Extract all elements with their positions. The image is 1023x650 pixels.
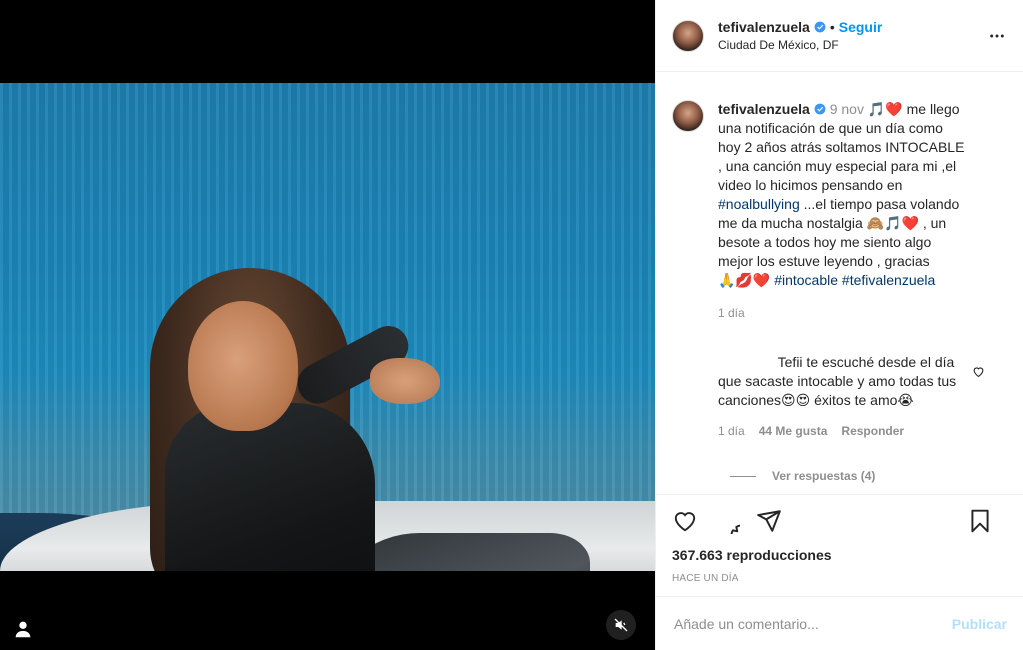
- view-replies-button[interactable]: Ver respuestas (4): [730, 469, 1007, 483]
- comment-icon: [730, 524, 753, 547]
- comment-item: Tefii te escuché desde el día que sacast…: [672, 353, 1007, 441]
- caption-emoji: 🙈🎵❤️: [866, 215, 919, 231]
- person-face: [188, 301, 298, 431]
- follow-button[interactable]: Seguir: [839, 19, 883, 35]
- person-jacket: [165, 403, 375, 571]
- comment-composer: Publicar: [656, 596, 1023, 650]
- verified-badge-icon: [814, 103, 826, 115]
- comment-text: éxitos te amo: [810, 392, 898, 408]
- share-button[interactable]: [756, 508, 782, 534]
- comment-avatar[interactable]: [672, 353, 704, 385]
- mute-icon: [614, 618, 628, 632]
- separator-dot: •: [829, 18, 835, 35]
- heart-icon: [674, 512, 696, 532]
- view-replies-label: Ver respuestas (4): [772, 469, 876, 483]
- actions-section: 367.663 reproducciones HACE UN DÍA: [656, 494, 1023, 584]
- hashtag-link[interactable]: #tefivalenzuela: [842, 272, 935, 288]
- comment-input[interactable]: [674, 615, 952, 632]
- publish-button[interactable]: Publicar: [952, 616, 1007, 632]
- save-button[interactable]: [967, 508, 993, 534]
- comment-button[interactable]: [714, 508, 753, 547]
- caption-body: tefivalenzuela 9 nov 🎵❤️ me llego una no…: [718, 100, 968, 323]
- views-count[interactable]: 367.663 reproducciones: [672, 547, 1007, 563]
- video-player[interactable]: [0, 0, 655, 650]
- comment-time: 1 día: [718, 424, 745, 438]
- caption-avatar[interactable]: [672, 100, 704, 132]
- caption-emoji: 🎵❤️: [867, 101, 903, 117]
- bookmark-icon: [971, 509, 989, 533]
- hashtag-link[interactable]: #intocable: [774, 272, 838, 288]
- comment-body: Tefii te escuché desde el día que sacast…: [718, 353, 958, 441]
- post-timestamp[interactable]: HACE UN DÍA: [672, 573, 1007, 584]
- caption: tefivalenzuela 9 nov 🎵❤️ me llego una no…: [672, 100, 1007, 323]
- comment-likes-link[interactable]: 44 Me gusta: [759, 424, 828, 438]
- caption-username[interactable]: tefivalenzuela: [718, 101, 810, 117]
- comment-like-button[interactable]: [972, 365, 985, 378]
- caption-emoji: 🙏💋❤️: [718, 272, 771, 288]
- person-hand: [370, 358, 440, 404]
- header-text: tefivalenzuela • Seguir Ciudad De México, …: [718, 18, 882, 54]
- comments-section[interactable]: tefivalenzuela 9 nov 🎵❤️ me llego una no…: [656, 72, 1023, 492]
- post-panel: tefivalenzuela • Seguir Ciudad De México, …: [655, 0, 1023, 650]
- user-tag-icon[interactable]: [12, 618, 34, 640]
- like-button[interactable]: [672, 508, 698, 534]
- replies-line: [730, 475, 756, 477]
- location-link[interactable]: Ciudad De México, DF: [718, 36, 882, 54]
- comment-emoji: 😍😍: [781, 392, 811, 408]
- heart-icon: [973, 367, 984, 378]
- hashtag-link[interactable]: #noalbullying: [718, 196, 800, 212]
- comment-meta: 1 día 44 Me gusta Responder: [718, 422, 958, 441]
- username-link[interactable]: tefivalenzuela: [718, 19, 810, 35]
- post-header: tefivalenzuela • Seguir Ciudad De México, …: [656, 0, 1023, 72]
- comment-username[interactable]: [718, 357, 774, 367]
- action-bar: [672, 495, 1007, 547]
- video-frame[interactable]: [0, 83, 655, 571]
- caption-date: 9 nov: [829, 101, 864, 117]
- reply-button[interactable]: Responder: [841, 424, 904, 438]
- more-options-button[interactable]: [989, 28, 1005, 44]
- mute-button[interactable]: [606, 610, 636, 640]
- share-icon: [757, 510, 781, 532]
- verified-badge-icon: [814, 21, 826, 32]
- comment-emoji: 😭: [897, 392, 914, 408]
- avatar[interactable]: [672, 19, 704, 52]
- caption-time: 1 día: [718, 306, 745, 320]
- more-horizontal-icon: [990, 34, 1004, 38]
